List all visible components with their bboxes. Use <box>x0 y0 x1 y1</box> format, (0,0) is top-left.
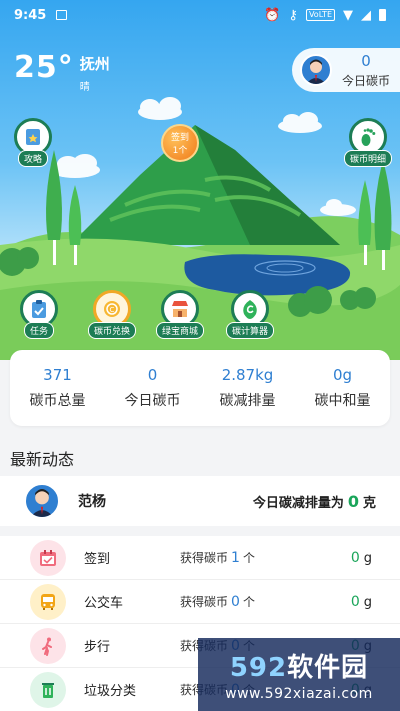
svg-text:C: C <box>110 306 115 314</box>
weather-widget: 25° 抚州 晴 <box>14 50 110 93</box>
list-item[interactable]: 公交车 获得碳币 0 个 0g <box>0 580 400 624</box>
carbon-calculator-button[interactable]: 碳计算器 <box>226 290 275 339</box>
summary-value: 0 <box>347 491 359 511</box>
stats-card: 371 碳币总量 0 今日碳币 2.87kg 碳减排量 0g 碳中和量 <box>10 350 390 426</box>
avatar[interactable] <box>24 483 60 519</box>
avatar[interactable] <box>300 54 332 86</box>
temperature: 25° <box>14 50 74 85</box>
watermark-logo-text: 软件园 <box>287 653 369 683</box>
status-bar: 9:45 ⏰ ⚷ VoLTE ▼ ◢ <box>0 0 400 30</box>
carbon-calculator-label: 碳计算器 <box>226 322 275 339</box>
activity-name: 公交车 <box>84 596 124 611</box>
stat-label: 今日碳币 <box>124 393 181 409</box>
stat-carbon-reduction[interactable]: 2.87kg 碳减排量 <box>200 366 295 410</box>
amount-value: 0 <box>350 593 360 610</box>
city-name: 抚州 <box>79 55 110 73</box>
green-mall-label: 绿宝商城 <box>156 322 205 339</box>
battery-icon <box>379 9 386 21</box>
stat-label: 碳中和量 <box>314 393 371 409</box>
summary-unit: 克 <box>362 495 376 511</box>
user-avatar-icon <box>30 489 54 517</box>
task-button[interactable]: 任务 <box>20 290 58 339</box>
earn-prefix: 获得碳币 <box>180 551 229 565</box>
green-mall-button[interactable]: 绿宝商城 <box>156 290 205 339</box>
coin-exchange-label: 碳币兑换 <box>88 322 137 339</box>
stat-value: 2.87kg <box>221 366 274 384</box>
calendar-icon <box>30 539 66 576</box>
guide-button[interactable]: 攻略 <box>14 118 52 167</box>
amount-unit: g <box>363 594 372 610</box>
sign-in-count: 1个 <box>172 146 188 156</box>
feed-title: 最新动态 <box>10 450 75 469</box>
stat-value: 371 <box>43 366 72 384</box>
watermark-url: www.592xiazai.com <box>225 686 373 702</box>
guide-label: 攻略 <box>17 150 48 167</box>
key-icon: ⚷ <box>288 7 298 23</box>
status-time: 9:45 <box>14 7 47 23</box>
today-coin-value: 0 <box>361 51 371 70</box>
coin-detail-label: 碳币明细 <box>344 150 393 167</box>
image-notification-icon <box>56 10 68 20</box>
activity-amount: 0g <box>351 594 372 610</box>
today-coin-pill[interactable]: 0 今日碳币 <box>292 48 400 92</box>
today-coin-label: 今日碳币 <box>341 73 390 88</box>
volte-badge: VoLTE <box>305 9 335 21</box>
sign-in-bubble[interactable]: 签到 1个 <box>161 124 199 162</box>
coin-detail-button[interactable]: 碳币明细 <box>344 118 393 167</box>
signal-icon: ◢ <box>361 7 371 23</box>
watermark-logo: 592软件园 <box>230 647 368 684</box>
activity-amount: 0g <box>351 550 372 566</box>
stat-value: 0 <box>147 366 158 384</box>
bus-icon <box>30 583 66 620</box>
earn-prefix: 获得碳币 <box>180 595 229 609</box>
wifi-icon: ▼ <box>343 7 353 23</box>
status-indicators: ⏰ ⚷ VoLTE ▼ ◢ <box>264 8 386 23</box>
activity-earn: 获得碳币0个 <box>180 593 255 610</box>
sign-in-title: 签到 <box>170 133 189 143</box>
amount-value: 0 <box>350 549 360 566</box>
activity-name: 垃圾分类 <box>84 684 137 699</box>
amount-unit: g <box>363 550 372 566</box>
recycle-icon <box>30 671 66 708</box>
alarm-icon: ⏰ <box>264 7 281 23</box>
coin-exchange-button[interactable]: C 碳币兑换 <box>88 290 137 339</box>
earn-unit: 个 <box>242 551 255 565</box>
user-avatar-icon <box>306 59 326 84</box>
daily-reduction-summary: 今日碳减排量为 0 克 <box>253 492 376 511</box>
list-item[interactable]: 签到 获得碳币 1 个 0g <box>0 536 400 580</box>
earn-value: 1 <box>231 550 240 566</box>
summary-prefix: 今日碳减排量为 <box>252 495 344 511</box>
activity-name: 步行 <box>84 640 111 655</box>
weather-condition: 晴 <box>79 82 90 93</box>
stat-carbon-neutral[interactable]: 0g 碳中和量 <box>295 366 390 410</box>
stat-total-coins[interactable]: 371 碳币总量 <box>10 366 105 410</box>
activity-earn: 获得碳币 1 个 <box>180 549 255 566</box>
stat-label: 碳币总量 <box>29 393 86 409</box>
walking-icon <box>30 627 66 664</box>
earn-unit: 个 <box>242 595 255 609</box>
user-name: 范杨 <box>78 494 106 510</box>
watermark-logo-number: 592 <box>229 653 288 683</box>
earn-value: 0 <box>231 594 240 610</box>
stat-value: 0g <box>332 366 353 384</box>
stat-label: 碳减排量 <box>219 393 276 409</box>
user-summary-row[interactable]: 范杨 今日碳减排量为 0 克 <box>0 476 400 526</box>
site-watermark: 592软件园 www.592xiazai.com <box>198 638 400 711</box>
task-label: 任务 <box>23 322 54 339</box>
stat-today-coins[interactable]: 0 今日碳币 <box>105 366 200 410</box>
activity-name: 签到 <box>84 552 111 567</box>
